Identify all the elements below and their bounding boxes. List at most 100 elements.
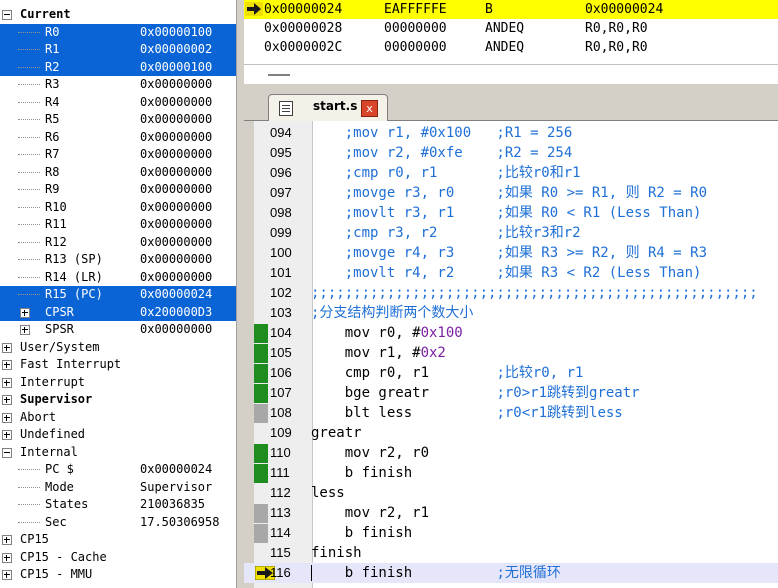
breakpoint-disabled-marker[interactable]: [254, 504, 268, 523]
register-row[interactable]: Undefined: [0, 426, 236, 444]
code-line[interactable]: 102;;;;;;;;;;;;;;;;;;;;;;;;;;;;;;;;;;;;;…: [244, 283, 778, 303]
tree-expander-icon[interactable]: [20, 307, 30, 318]
line-number: 098: [270, 205, 292, 220]
register-row[interactable]: R13 (SP) 0x00000000: [0, 251, 236, 269]
register-row[interactable]: CP15 - MMU: [0, 566, 236, 584]
register-row[interactable]: R7 0x00000000: [0, 146, 236, 164]
tree-expander-icon[interactable]: [2, 377, 12, 388]
register-row[interactable]: R3 0x00000000: [0, 76, 236, 94]
code-line[interactable]: 112 less: [244, 483, 778, 503]
disassembly-row[interactable]: 0x00000024 EAFFFFFE B 0x00000024: [244, 0, 778, 19]
register-row[interactable]: Fast Interrupt: [0, 356, 236, 374]
register-name: R5: [45, 112, 60, 126]
register-row[interactable]: Interrupt: [0, 374, 236, 392]
tree-expander-icon[interactable]: [2, 430, 12, 440]
code-line[interactable]: 094 ;mov r1, #0x100 ;R1 = 256: [244, 123, 778, 143]
register-row[interactable]: R9 0x00000000: [0, 181, 236, 199]
register-row[interactable]: CP15 - Cache: [0, 549, 236, 567]
register-row[interactable]: PC $ 0x00000024: [0, 461, 236, 479]
code-line[interactable]: 099 ;cmp r3, r2 ;比较r3和r2: [244, 223, 778, 243]
tree-expander-icon[interactable]: [2, 342, 12, 353]
register-row[interactable]: R6 0x00000000: [0, 129, 236, 147]
tree-expander-icon[interactable]: [2, 412, 12, 423]
register-row[interactable]: R8 0x00000000: [0, 164, 236, 182]
tree-expander-icon[interactable]: [2, 552, 12, 563]
line-number: 107: [270, 385, 292, 400]
register-row[interactable]: R12 0x00000000: [0, 234, 236, 252]
breakpoint-disabled-marker[interactable]: [254, 404, 268, 423]
register-row[interactable]: States 210036835: [0, 496, 236, 514]
tree-expander-icon[interactable]: [2, 360, 12, 370]
code-line[interactable]: 096 ;cmp r0, r1 ;比较r0和r1: [244, 163, 778, 183]
register-row[interactable]: R14 (LR) 0x00000000: [0, 269, 236, 287]
disassembly-pane: 0x00000024 EAFFFFFE B 0x00000024 0x00000028 0…: [244, 0, 778, 85]
register-row[interactable]: R1 0x00000002: [0, 41, 236, 59]
register-name: R0: [45, 24, 60, 39]
breakpoint-active-marker[interactable]: [254, 344, 268, 363]
tree-expander-icon[interactable]: [2, 570, 12, 580]
register-value: Supervisor: [140, 479, 213, 494]
code-line[interactable]: 114 b finish: [244, 523, 778, 543]
breakpoint-active-marker[interactable]: [254, 444, 268, 463]
code-line[interactable]: 108 blt less ;r0<r1跳转到less: [244, 403, 778, 423]
code-line[interactable]: 103 ;分支结构判断两个数大小: [244, 303, 778, 323]
register-row[interactable]: SPSR 0x00000000: [0, 321, 236, 339]
register-row[interactable]: CPSR 0x200000D3: [0, 303, 236, 321]
register-row[interactable]: Abort: [0, 409, 236, 427]
disassembly-addr: 0x00000024: [264, 2, 343, 17]
register-row[interactable]: R0 0x00000100: [0, 23, 236, 41]
tab-close-button[interactable]: x: [361, 100, 378, 117]
line-number: 101: [270, 265, 292, 280]
tree-connector: [18, 181, 40, 190]
code-line[interactable]: 105 mov r1, #0x2: [244, 343, 778, 363]
code-line[interactable]: 111 b finish: [244, 463, 778, 483]
code-editor[interactable]: 094 ;mov r1, #0x100 ;R1 = 256 095 ;mov r2…: [244, 121, 778, 588]
register-row[interactable]: CP15: [0, 531, 236, 549]
register-row[interactable]: R5 0x00000000: [0, 111, 236, 129]
tree-expander-icon[interactable]: [2, 10, 12, 20]
code-line[interactable]: 097 ;movge r3, r0 ;如果 R0 >= R1, 则 R2 = R…: [244, 183, 778, 203]
code-text: ;movlt r4, r2 ;如果 R3 < R2 (Less Than): [311, 263, 702, 283]
tree-expander-icon[interactable]: [2, 535, 12, 545]
code-line[interactable]: 106 cmp r0, r1 ;比较r0, r1: [244, 363, 778, 383]
breakpoint-active-marker[interactable]: [254, 384, 268, 403]
register-row[interactable]: R4 0x00000000: [0, 94, 236, 112]
code-token-comment: ;cmp r3, r2 ;比较r3和r2: [311, 225, 581, 241]
code-line[interactable]: 107 bge greatr ;r0>r1跳转到greatr: [244, 383, 778, 403]
register-row[interactable]: Mode Supervisor: [0, 479, 236, 497]
register-row[interactable]: R15 (PC) 0x00000024: [0, 286, 236, 304]
code-line[interactable]: 100 ;movge r4, r3 ;如果 R3 >= R2, 则 R4 = R…: [244, 243, 778, 263]
breakpoint-active-marker[interactable]: [254, 464, 268, 483]
code-line[interactable]: 098 ;movlt r3, r1 ;如果 R0 < R1 (Less Than…: [244, 203, 778, 223]
code-line[interactable]: 095 ;mov r2, #0xfe ;R2 = 254: [244, 143, 778, 163]
breakpoint-disabled-marker[interactable]: [254, 524, 268, 543]
register-row[interactable]: User/System: [0, 339, 236, 357]
tree-expander-icon[interactable]: [2, 395, 12, 405]
register-value: 0x00000000: [140, 77, 213, 91]
register-row[interactable]: R2 0x00000100: [0, 58, 236, 76]
disassembly-row[interactable]: 0x00000028 00000000 ANDEQ R0,R0,R0: [244, 19, 778, 38]
tab-start-s[interactable]: start.s x: [268, 94, 388, 121]
register-name: States: [45, 497, 89, 511]
tree-expander-icon[interactable]: [20, 325, 30, 335]
line-number: 104: [270, 325, 292, 340]
code-line[interactable]: 101 ;movlt r4, r2 ;如果 R3 < R2 (Less Than…: [244, 263, 778, 283]
register-row[interactable]: Supervisor: [0, 391, 236, 409]
breakpoint-active-marker[interactable]: [254, 324, 268, 343]
disassembly-row[interactable]: 0x0000002C 00000000 ANDEQ R0,R0,R0: [244, 38, 778, 57]
register-row[interactable]: Internal: [0, 444, 236, 462]
disassembly-mnemonic: ANDEQ: [485, 40, 525, 55]
register-row[interactable]: Current: [0, 6, 236, 24]
register-row[interactable]: R11 0x00000000: [0, 216, 236, 234]
code-text: bge greatr ;r0>r1跳转到greatr: [311, 383, 640, 403]
breakpoint-active-marker[interactable]: [254, 364, 268, 383]
code-line[interactable]: 116 b finish ;无限循环: [244, 563, 778, 583]
tree-expander-icon[interactable]: [2, 447, 12, 458]
register-row[interactable]: Sec 17.50306958: [0, 514, 236, 532]
code-line[interactable]: 115 finish: [244, 543, 778, 563]
code-line[interactable]: 104 mov r0, #0x100: [244, 323, 778, 343]
code-line[interactable]: 113 mov r2, r1: [244, 503, 778, 523]
code-line[interactable]: 109 greatr: [244, 423, 778, 443]
register-row[interactable]: R10 0x00000000: [0, 199, 236, 217]
code-line[interactable]: 110 mov r2, r0: [244, 443, 778, 463]
